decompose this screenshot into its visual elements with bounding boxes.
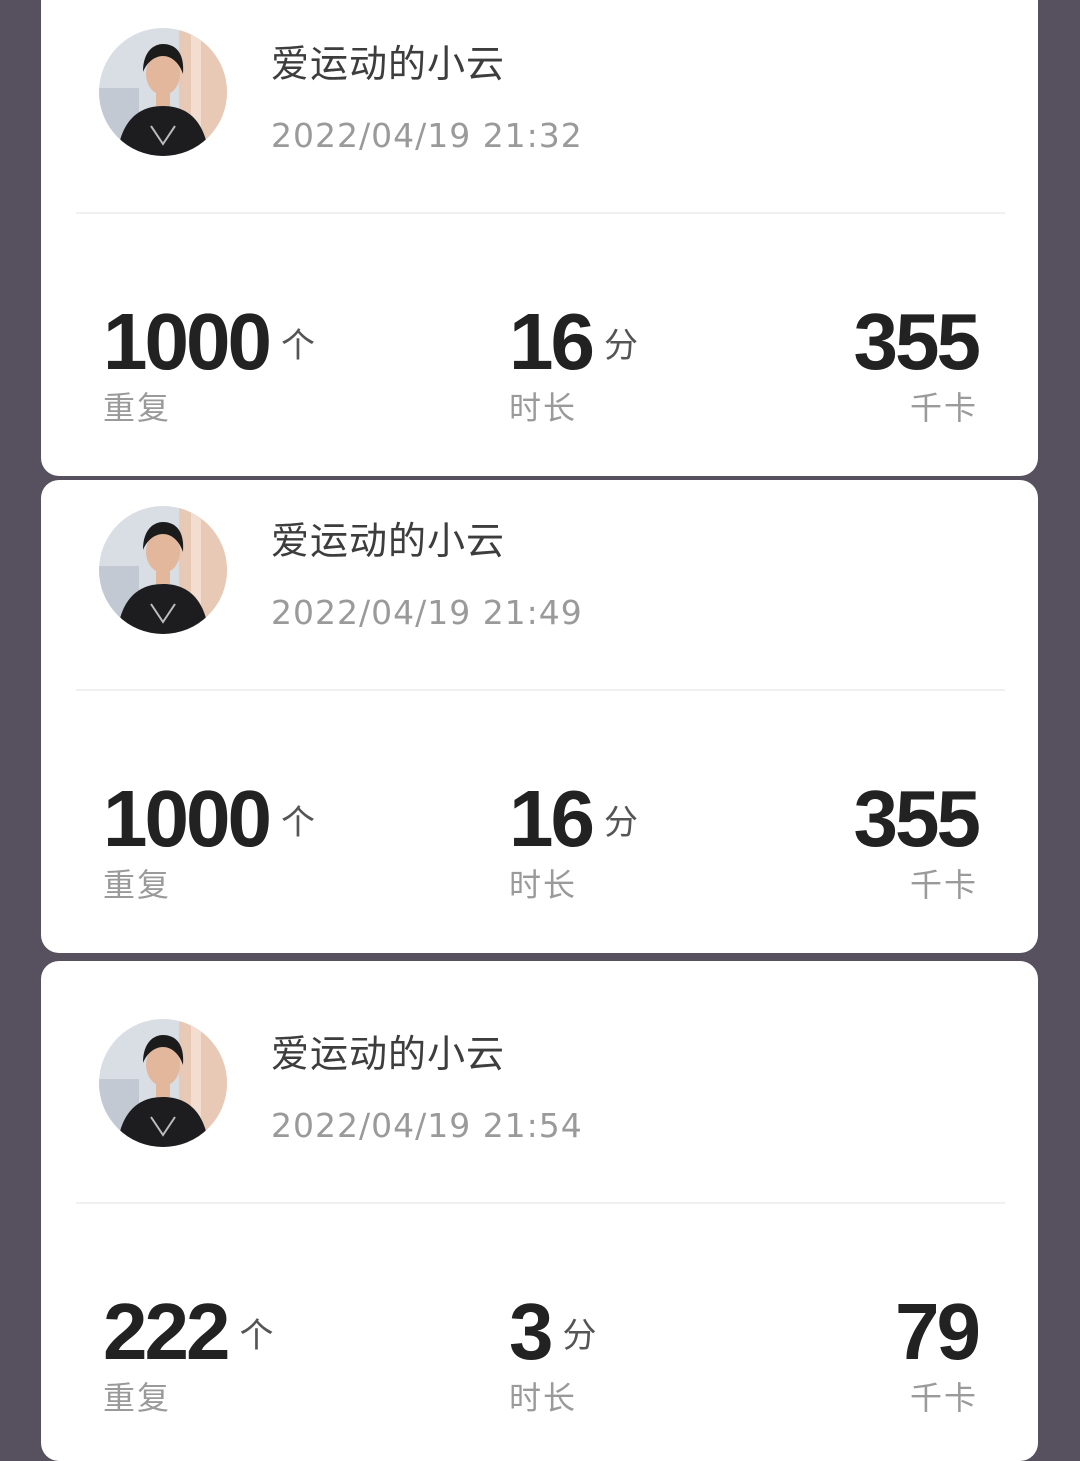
duration-unit: 分 xyxy=(562,1316,597,1356)
duration-label: 时长 xyxy=(509,389,578,427)
username: 爱运动的小云 xyxy=(271,519,506,563)
reps-stat: 222 个 重复 xyxy=(103,1292,274,1417)
reps-value: 1000 xyxy=(103,297,272,386)
calories-value: 355 xyxy=(853,297,981,386)
calories-value: 79 xyxy=(895,1287,981,1376)
duration-stat: 16 分 时长 xyxy=(509,302,638,427)
calories-label: 千卡 xyxy=(909,389,978,427)
reps-unit: 个 xyxy=(280,326,315,366)
reps-stat: 1000 个 重复 xyxy=(103,302,315,427)
avatar-photo xyxy=(99,506,227,634)
avatar-photo xyxy=(99,1019,227,1147)
reps-stat: 1000 个 重复 xyxy=(103,779,315,904)
reps-value: 222 xyxy=(103,1287,230,1376)
duration-value: 16 xyxy=(509,297,595,386)
reps-label: 重复 xyxy=(103,866,172,904)
duration-value: 16 xyxy=(509,774,595,863)
record-timestamp: 2022/04/19 21:49 xyxy=(271,593,583,632)
duration-stat: 16 分 时长 xyxy=(509,779,638,904)
divider xyxy=(76,212,1005,214)
username: 爱运动的小云 xyxy=(271,1032,506,1076)
username: 爱运动的小云 xyxy=(271,42,506,86)
calories-stat: 79 千卡 xyxy=(895,1292,981,1417)
avatar[interactable] xyxy=(99,506,227,634)
avatar-photo xyxy=(99,28,227,156)
duration-label: 时长 xyxy=(509,1379,578,1417)
duration-unit: 分 xyxy=(603,803,638,843)
reps-value: 1000 xyxy=(103,774,272,863)
divider xyxy=(76,689,1005,691)
duration-stat: 3分 时长 xyxy=(509,1292,597,1417)
reps-unit: 个 xyxy=(239,1316,274,1356)
calories-label: 千卡 xyxy=(909,1379,978,1417)
avatar[interactable] xyxy=(99,1019,227,1147)
reps-label: 重复 xyxy=(103,389,172,427)
reps-label: 重复 xyxy=(103,1379,172,1417)
workout-record-card[interactable]: 爱运动的小云 2022/04/19 21:54 222 个 重复 3分 时长 79… xyxy=(41,961,1038,1461)
workout-record-card[interactable]: 爱运动的小云 2022/04/19 21:32 1000 个 重复 16 分 时长 … xyxy=(41,0,1038,476)
calories-stat: 355 千卡 xyxy=(854,302,981,427)
duration-label: 时长 xyxy=(509,866,578,904)
divider xyxy=(76,1202,1005,1204)
calories-label: 千卡 xyxy=(909,866,978,904)
avatar[interactable] xyxy=(99,28,227,156)
duration-unit: 分 xyxy=(603,326,638,366)
calories-value: 355 xyxy=(853,774,981,863)
record-timestamp: 2022/04/19 21:32 xyxy=(271,116,583,155)
reps-unit: 个 xyxy=(280,803,315,843)
duration-value: 3 xyxy=(509,1287,553,1376)
record-timestamp: 2022/04/19 21:54 xyxy=(271,1106,583,1145)
workout-record-card[interactable]: 爱运动的小云 2022/04/19 21:49 1000 个 重复 16 分 时长 … xyxy=(41,480,1038,953)
calories-stat: 355 千卡 xyxy=(854,779,981,904)
